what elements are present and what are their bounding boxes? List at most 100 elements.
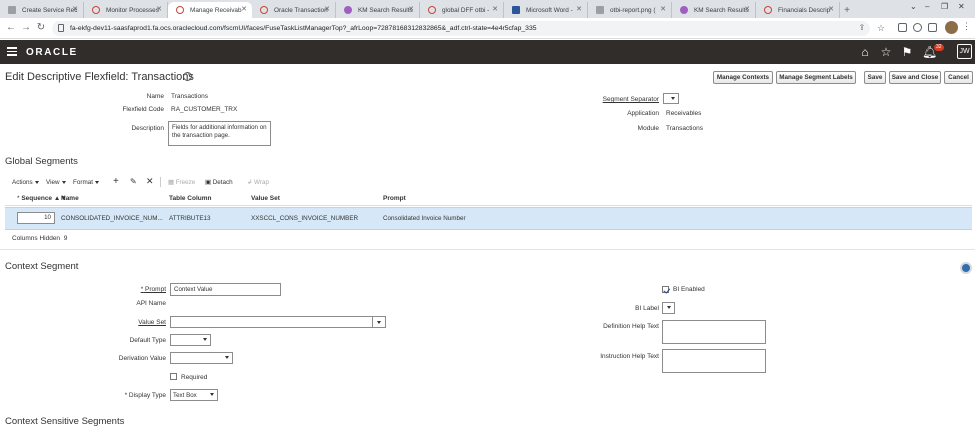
globe-icon[interactable] [960, 262, 972, 274]
page-title: Edit Descriptive Flexfield: Transactions [5, 71, 194, 83]
hamburger-menu-icon[interactable] [7, 47, 17, 56]
doc-favicon-icon [596, 6, 604, 14]
browser-tab[interactable]: Manage Receivab ✕ [168, 2, 252, 18]
actions-menu[interactable]: Actions [12, 179, 39, 186]
wrap-icon: ↲ [247, 179, 253, 186]
browser-tab[interactable]: KM Search Results ✕ [672, 2, 756, 18]
browser-tab[interactable]: Microsoft Word - ✕ [504, 2, 588, 18]
manage-segment-labels-button[interactable]: Manage Segment Labels [776, 71, 856, 84]
browser-tab[interactable]: Oracle Transaction ✕ [252, 2, 336, 18]
definition-help-text-label: Definition Help Text [603, 323, 659, 330]
browser-tab[interactable]: KM Search Results ✕ [336, 2, 420, 18]
minimize-icon[interactable]: – [925, 2, 929, 11]
segment-separator-select[interactable] [663, 93, 679, 104]
column-header-prompt[interactable]: Prompt [383, 195, 406, 202]
bi-enabled-label: BI Enabled [673, 286, 705, 293]
tab-close-icon[interactable]: ✕ [492, 5, 498, 13]
value-set-dropdown-button[interactable] [372, 317, 385, 327]
column-header-table-column[interactable]: Table Column [169, 195, 212, 202]
save-and-close-button[interactable]: Save and Close [889, 71, 941, 84]
cell-prompt: Consolidated Invoice Number [383, 215, 466, 222]
extension-icon[interactable] [898, 23, 907, 32]
description-field[interactable]: Fields for additional information on the… [168, 121, 271, 146]
view-menu[interactable]: View [46, 179, 66, 186]
browser-tab-label: otbi-report.png ( [610, 6, 656, 14]
tab-close-icon[interactable]: ✕ [156, 5, 162, 13]
lock-icon [58, 24, 64, 32]
tab-close-icon[interactable]: ✕ [828, 5, 834, 13]
definition-help-text-field[interactable] [662, 320, 766, 344]
cell-value-set: XXSCCL_CONS_INVOICE_NUMBER [251, 215, 359, 222]
km-favicon-icon [344, 6, 352, 14]
manage-contexts-button[interactable]: Manage Contexts [713, 71, 773, 84]
tab-close-icon[interactable]: ✕ [408, 5, 414, 13]
user-menu-button[interactable]: JW [957, 44, 972, 59]
browser-tab-label: Financials Descrip [778, 6, 831, 14]
display-type-select[interactable]: Text Box [170, 389, 218, 401]
column-header-sequence[interactable]: * Sequence ▲▼ [17, 195, 67, 202]
share-icon[interactable]: ⇪ [856, 22, 868, 34]
reload-icon[interactable]: ↻ [35, 22, 47, 34]
cancel-button[interactable]: Cancel [944, 71, 973, 84]
favorites-star-icon[interactable]: ☆ [879, 45, 893, 59]
columns-hidden: Columns Hidden 9 [12, 235, 68, 242]
window-close-icon[interactable]: ✕ [958, 2, 965, 11]
edit-pencil-icon[interactable]: ✎ [130, 177, 137, 186]
browser-tab[interactable]: Monitor Processes ✕ [84, 2, 168, 18]
oracle-global-header: ORACLE ⌂ ☆ ⚑ 🔔︎ [0, 40, 975, 64]
column-header-name[interactable]: Name [61, 195, 79, 202]
column-header-value-set[interactable]: Value Set [251, 195, 280, 202]
default-type-select[interactable] [170, 334, 211, 346]
help-icon[interactable]: ? [183, 72, 192, 81]
flag-icon[interactable]: ⚑ [900, 45, 914, 59]
browser-tab-label: Microsoft Word - [526, 6, 573, 14]
freeze-icon: ▦ [168, 179, 174, 186]
chevron-down-icon [671, 97, 675, 100]
more-options-icon[interactable]: ⋮ [962, 21, 971, 32]
bookmark-star-icon[interactable]: ☆ [875, 22, 887, 34]
tab-close-icon[interactable]: ✕ [324, 5, 330, 13]
bi-label-label: BI Label [635, 305, 659, 312]
puzzle-icon[interactable] [913, 23, 922, 32]
sequence-input[interactable]: 10 [17, 212, 55, 224]
instruction-help-text-field[interactable] [662, 349, 766, 373]
detach-button[interactable]: ▣ Detach [205, 179, 233, 186]
prompt-input[interactable]: Context Value [170, 283, 281, 296]
oracle-favicon-icon [764, 6, 772, 14]
format-menu[interactable]: Format [73, 179, 99, 186]
new-tab-button[interactable]: + [840, 2, 854, 18]
browser-tab[interactable]: Financials Descrip ✕ [756, 2, 840, 18]
add-icon[interactable]: + [113, 176, 119, 187]
bi-label-select[interactable] [662, 302, 675, 314]
required-checkbox[interactable] [170, 373, 177, 380]
tab-close-icon[interactable]: ✕ [660, 5, 666, 13]
side-panel-icon[interactable] [928, 23, 937, 32]
profile-avatar[interactable] [945, 21, 958, 34]
save-button[interactable]: Save [864, 71, 886, 84]
delete-x-icon[interactable]: ✕ [146, 176, 154, 187]
home-icon[interactable]: ⌂ [858, 45, 872, 59]
browser-tab[interactable]: Create Service Rec ✕ [0, 2, 84, 18]
caret-down-icon [94, 180, 99, 184]
browser-tab-label: Oracle Transaction [274, 6, 328, 14]
freeze-button: ▦ Freeze [168, 179, 196, 186]
derivation-value-label: Derivation Value [118, 355, 166, 362]
forward-icon[interactable]: → [20, 22, 32, 34]
bi-enabled-checkbox[interactable] [662, 286, 669, 293]
tab-close-icon[interactable]: ✕ [72, 5, 78, 13]
address-bar[interactable]: fa-ekfg-dev11-saasfaprod1.fa.ocs.oraclec… [52, 21, 870, 36]
tab-close-icon[interactable]: ✕ [744, 5, 750, 13]
back-icon[interactable]: ← [5, 22, 17, 34]
browser-tab[interactable]: global DFF otbi - ✕ [420, 2, 504, 18]
browser-tab-label: KM Search Results [694, 6, 749, 14]
restore-icon[interactable]: ❐ [941, 2, 948, 11]
tab-close-icon[interactable]: ✕ [576, 5, 582, 13]
derivation-value-select[interactable] [170, 352, 233, 364]
value-set-input[interactable] [170, 316, 386, 328]
chevron-down-icon[interactable]: ⌄ [910, 2, 917, 11]
browser-tab[interactable]: otbi-report.png ( ✕ [588, 2, 672, 18]
cell-name: CONSOLIDATED_INVOICE_NUM... [61, 215, 163, 222]
detach-icon: ▣ [205, 179, 211, 186]
tab-close-icon[interactable]: ✕ [241, 5, 247, 13]
application-value: Receivables [666, 110, 702, 117]
